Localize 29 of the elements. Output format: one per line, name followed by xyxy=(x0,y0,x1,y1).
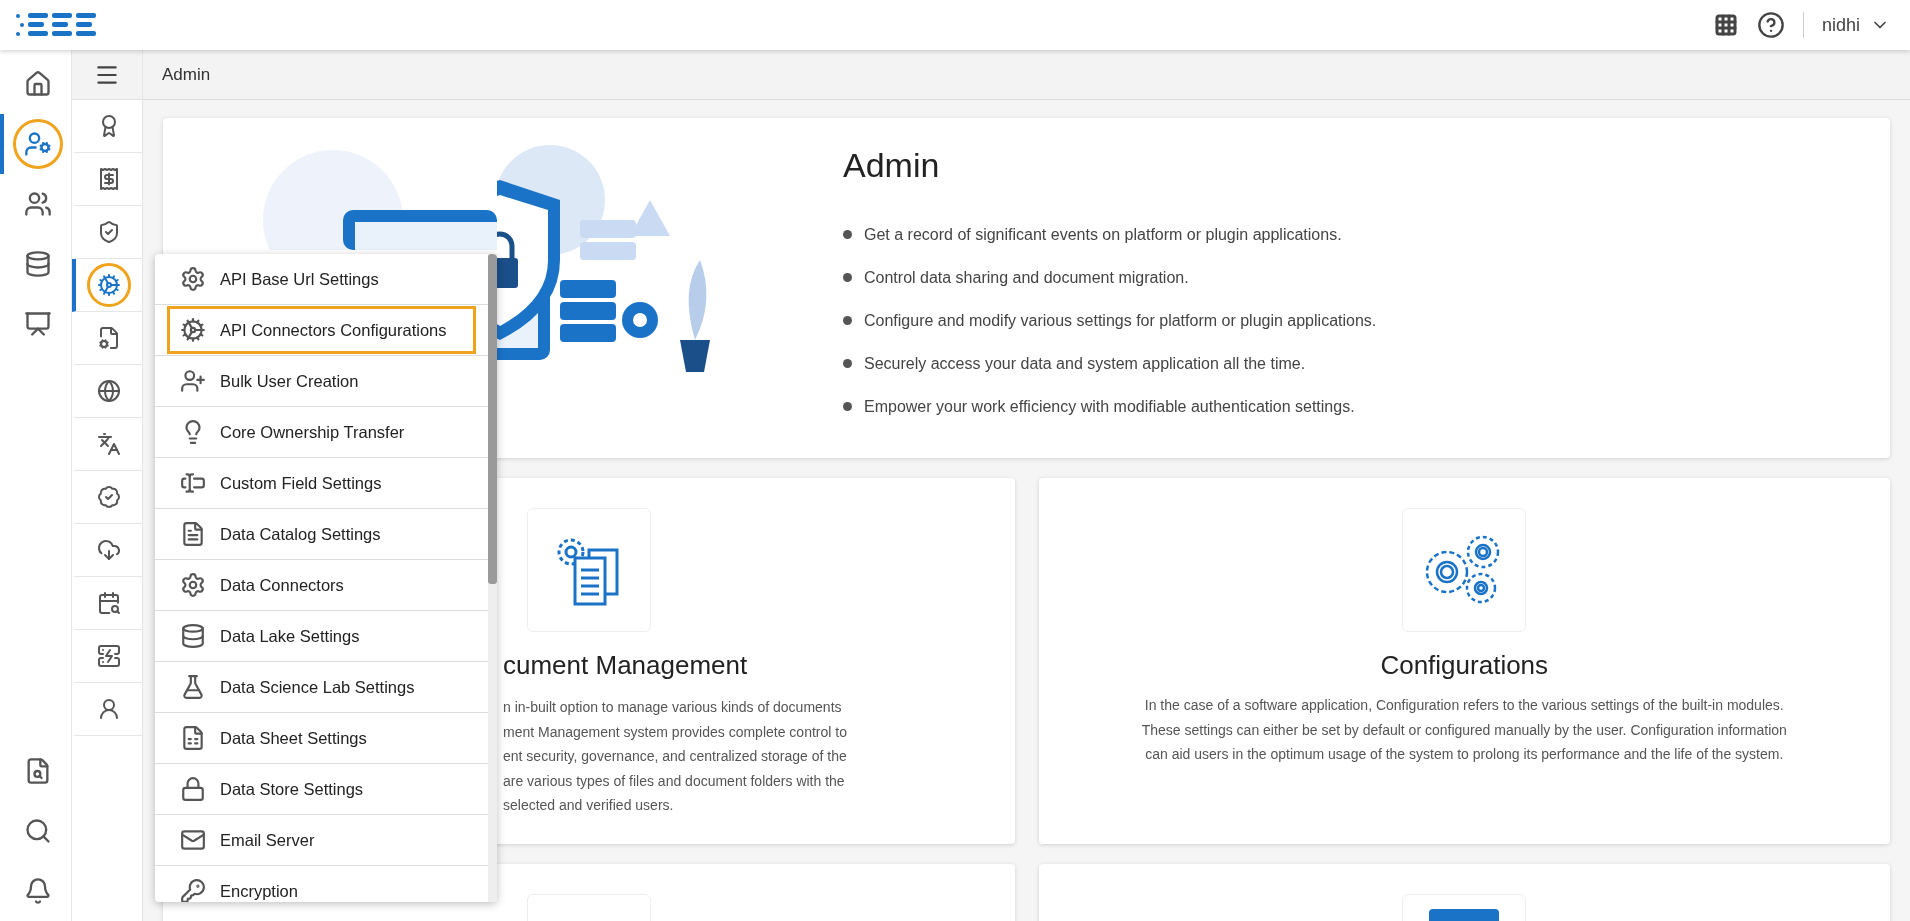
menu-item[interactable]: API Base Url Settings xyxy=(167,255,476,303)
card-description: n in-built option to manage various kinds of documents xyxy=(503,698,843,717)
card-description: are various types of files and document folders with the xyxy=(503,771,846,791)
breadcrumb: Admin xyxy=(162,63,211,86)
card-description: In the case of a software application, Configuration refers to the various settings of the built-in modules. These settings can either be set by default or configured manually by the user. Configuration information can aid users in the optimum usage of the system to prolong its performance and the life of the system. xyxy=(1140,696,1788,764)
card-description: ment Management system provides complete control to xyxy=(503,722,848,742)
menu-item[interactable]: Data Lake Settings xyxy=(167,612,476,660)
hero-bullet-text: Empower your work efficiency with modifiable authentication settings. xyxy=(864,396,1355,417)
menu-item[interactable]: Data Sheet Settings xyxy=(167,714,476,762)
menu-item[interactable]: Data Store Settings xyxy=(167,765,476,813)
menu-item[interactable]: Data Connectors xyxy=(167,561,476,609)
menu-item[interactable]: Data Science Lab Settings xyxy=(167,663,476,711)
hero-title: Admin xyxy=(843,145,941,186)
card-title: cument Management xyxy=(503,649,749,682)
hero-bullet-text: Control data sharing and document migration. xyxy=(864,267,1189,288)
hero-bullet-text: Get a record of significant events on platform or plugin applications. xyxy=(864,224,1342,245)
menu-item[interactable]: Core Ownership Transfer xyxy=(167,408,476,456)
menu-item[interactable]: Encryption xyxy=(167,867,476,902)
menu-item[interactable]: Custom Field Settings xyxy=(167,459,476,507)
user-menu[interactable]: nidhi xyxy=(1821,11,1896,39)
menu-item[interactable]: API Connectors Configurations xyxy=(167,306,476,354)
menu-item[interactable]: Bulk User Creation xyxy=(167,357,476,405)
card-title: Configurations xyxy=(1380,649,1549,682)
hero-bullet-text: Configure and modify various settings for platform or plugin applications. xyxy=(864,310,1377,331)
menu-item[interactable]: Data Catalog Settings xyxy=(167,510,476,558)
hero-bullet-text: Securely access your data and system application all the time. xyxy=(864,353,1306,374)
card-description: selected and verified users. xyxy=(503,796,675,815)
menu-item[interactable]: Email Server xyxy=(167,816,476,864)
card-description: ent security, governance, and centralized storage of the xyxy=(503,747,848,766)
